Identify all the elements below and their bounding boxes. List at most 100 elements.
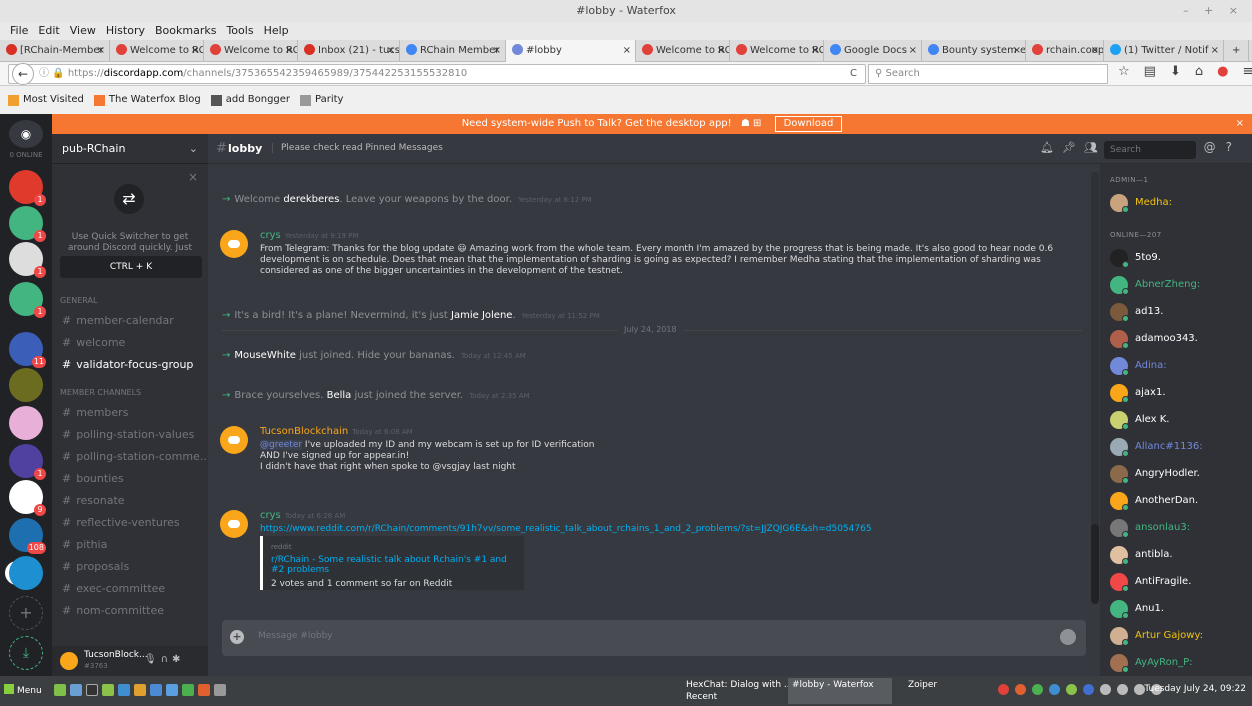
tray-app-icon[interactable]	[1032, 684, 1043, 695]
bookmark-item[interactable]: Most Visited	[8, 86, 84, 114]
add-server-button[interactable]: +	[9, 596, 43, 630]
author-name[interactable]: crys	[260, 510, 281, 521]
avatar[interactable]	[220, 230, 248, 258]
embed-title[interactable]: r/RChain - Some realistic talk about Rch…	[271, 555, 516, 575]
member-item[interactable]: Allanc#1136:	[1110, 436, 1250, 458]
member-item[interactable]: adamoo343.	[1110, 328, 1250, 350]
bookmark-item[interactable]: add Bongger	[210, 86, 290, 114]
server-header[interactable]: pub-RChain ⌄	[52, 134, 208, 164]
browser-tab[interactable]: Welcome to RCh ×	[636, 40, 730, 62]
channel-item[interactable]: # member-calendar	[52, 310, 208, 332]
emoji-icon[interactable]	[1060, 629, 1076, 645]
bookmark-item[interactable]: The Waterfox Blog	[93, 86, 201, 114]
member-item[interactable]: Adina:	[1110, 355, 1250, 377]
window-icon[interactable]	[214, 684, 226, 696]
browser-tab[interactable]: Bounty system e ×	[922, 40, 1026, 62]
bell-icon[interactable]: 🔔︎	[1040, 141, 1062, 154]
member-item[interactable]: ansonlau3:	[1110, 517, 1250, 539]
avatar[interactable]	[220, 426, 248, 454]
menu-item-bookmarks[interactable]: Bookmarks	[155, 22, 216, 40]
back-arrow-icon[interactable]: ←	[12, 63, 34, 85]
search-field[interactable]: ⚲ Search	[868, 64, 1108, 84]
channel-item[interactable]: # bounties	[52, 468, 208, 490]
message-scrollbar[interactable]	[1091, 172, 1099, 604]
member-item[interactable]: Alex K.	[1110, 409, 1250, 431]
channel-item[interactable]: # exec-committee	[52, 578, 208, 600]
shield-icon[interactable]	[1049, 684, 1060, 695]
checkbox-app-icon[interactable]	[182, 684, 194, 696]
member-name[interactable]: MouseWhite	[234, 350, 296, 361]
download-apps-button[interactable]: ⤓	[9, 636, 43, 670]
taskbar-window-waterfox[interactable]: #lobby - Waterfox	[788, 678, 892, 704]
app-icon[interactable]	[166, 684, 178, 696]
clock[interactable]: Tuesday July 24, 09:22	[1144, 684, 1246, 694]
browser-tab[interactable]: #lobby ×	[506, 40, 636, 62]
headphones-icon[interactable]: ∩	[161, 654, 172, 665]
close-icon[interactable]: ×	[188, 170, 198, 184]
member-item[interactable]: Anu1.	[1110, 598, 1250, 620]
browser-tab[interactable]: Welcome to RCh ×	[110, 40, 204, 62]
member-item[interactable]: ad13.	[1110, 301, 1250, 323]
tray-app-icon[interactable]	[1066, 684, 1077, 695]
close-icon[interactable]: ×	[285, 40, 293, 62]
channel-item[interactable]: # polling-station-values	[52, 424, 208, 446]
author-name[interactable]: TucsonBlockchain	[260, 426, 348, 437]
channel-item[interactable]: # proposals	[52, 556, 208, 578]
server-icon-c[interactable]: 11	[9, 332, 46, 368]
close-icon[interactable]: ×	[717, 40, 725, 62]
close-icon[interactable]: ×	[909, 40, 917, 62]
channel-category[interactable]: MEMBER CHANNELS	[52, 384, 208, 402]
member-item[interactable]: AnotherDan.	[1110, 490, 1250, 512]
member-item[interactable]: AyAyRon_P:	[1110, 652, 1250, 674]
close-icon[interactable]: ×	[1013, 40, 1021, 62]
close-icon[interactable]: ×	[191, 40, 199, 62]
bookmark-star-icon[interactable]: ☆	[1118, 64, 1130, 79]
pin-icon[interactable]: 📌︎	[1062, 141, 1084, 154]
avatar[interactable]	[220, 510, 248, 538]
server-icon-pink[interactable]	[9, 406, 43, 440]
browser-tab[interactable]: (1) Twitter / Notif ×	[1104, 40, 1224, 62]
download-button[interactable]: Download	[774, 116, 843, 132]
browser-tab[interactable]: Welcome to RCh ×	[204, 40, 298, 62]
member-name[interactable]: Jamie Jolene	[451, 310, 512, 321]
server-icon-bolt[interactable]: 1	[9, 444, 46, 480]
tray-app-icon[interactable]	[1015, 684, 1026, 695]
menu-item-file[interactable]: File	[10, 22, 28, 40]
scrollbar-thumb[interactable]	[1091, 524, 1099, 604]
tray-app-icon[interactable]	[1100, 684, 1111, 695]
server-icon-white[interactable]: 9	[9, 480, 46, 516]
show-desktop-icon[interactable]	[54, 684, 66, 696]
info-icon[interactable]: ⓘ	[39, 68, 49, 79]
help-icon[interactable]: ?	[1226, 140, 1242, 154]
browser-tab[interactable]: Google Docs ×	[824, 40, 922, 62]
channel-item[interactable]: # nom-committee	[52, 600, 208, 622]
hexchat-icon[interactable]	[198, 684, 210, 696]
members-icon[interactable]: 👥︎	[1084, 141, 1106, 154]
taskbar-window-hexchat[interactable]: HexChat: Dialog with ... Recent	[682, 678, 796, 704]
app-icon[interactable]	[150, 684, 162, 696]
close-icon[interactable]: ×	[1211, 40, 1219, 62]
files-icon[interactable]	[102, 684, 114, 696]
menu-item-tools[interactable]: Tools	[226, 22, 253, 40]
taskbar-window-zoiper[interactable]: Zoiper	[904, 678, 941, 704]
upload-plus-icon[interactable]: +	[230, 630, 244, 644]
close-icon[interactable]: ×	[97, 40, 105, 62]
channel-item[interactable]: # validator-focus-group	[52, 354, 208, 376]
notice-close-icon[interactable]: ×	[1236, 114, 1244, 134]
browser-tab[interactable]: RChain Member ×	[400, 40, 506, 62]
menu-item-view[interactable]: View	[70, 22, 96, 40]
server-icon-robot[interactable]: 1	[9, 242, 46, 278]
window-controls[interactable]: – + ×	[1183, 0, 1244, 22]
server-icon-lock[interactable]: 108	[9, 518, 46, 554]
home-icon[interactable]: ⌂	[1195, 64, 1203, 79]
adblock-icon[interactable]: ●	[1217, 64, 1228, 79]
channel-category[interactable]: GENERAL	[52, 292, 208, 310]
member-item[interactable]: Artur Gajowy:	[1110, 625, 1250, 647]
menu-item-history[interactable]: History	[106, 22, 145, 40]
microphone-icon[interactable]: 🎙	[144, 654, 161, 665]
member-item[interactable]: antibla.	[1110, 544, 1250, 566]
channel-item[interactable]: # polling-station-comme...	[52, 446, 208, 468]
tray-app-icon[interactable]	[998, 684, 1009, 695]
channel-search-input[interactable]: Search	[1104, 141, 1196, 159]
close-icon[interactable]: ×	[493, 40, 501, 62]
